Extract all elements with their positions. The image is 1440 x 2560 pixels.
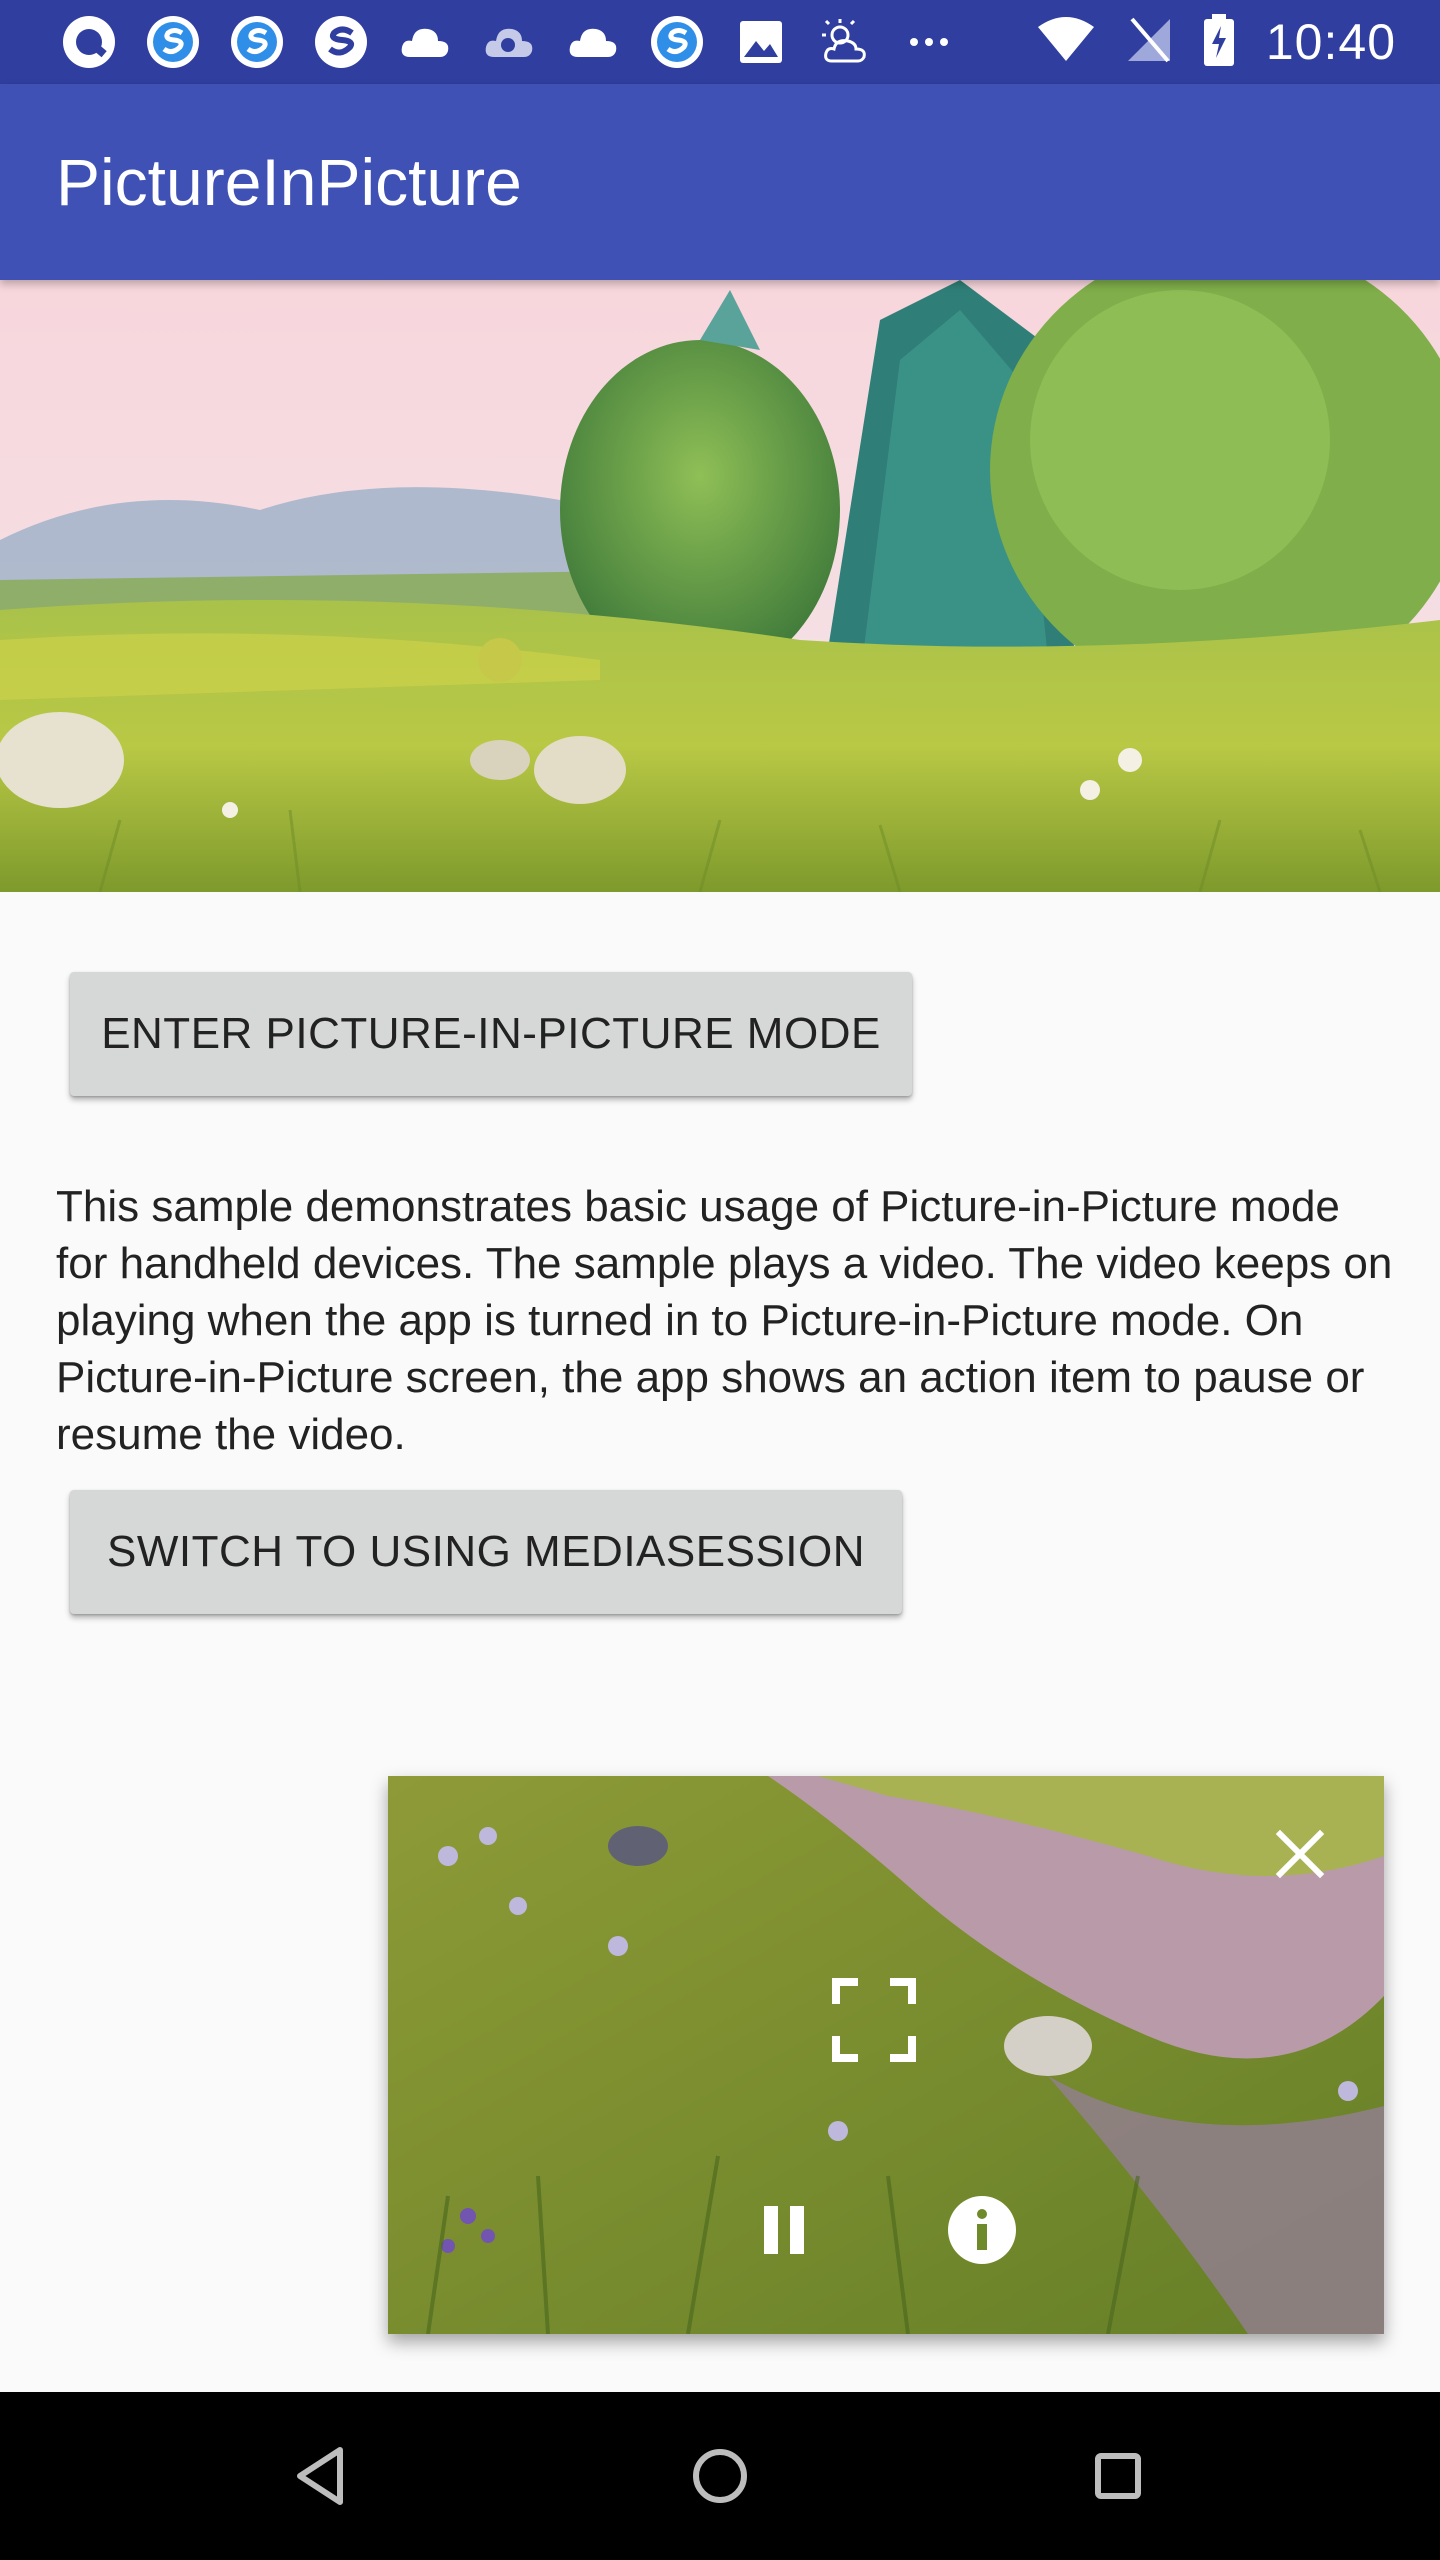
cloud-icon <box>396 13 454 71</box>
image-icon <box>732 13 790 71</box>
switch-mediasession-button[interactable]: SWITCH TO USING MEDIASESSION <box>70 1490 902 1614</box>
status-bar: 10:40 <box>0 0 1440 84</box>
more-icon <box>900 13 958 71</box>
system-icons: 10:40 <box>1036 12 1396 72</box>
pip-window[interactable] <box>388 1776 1384 2334</box>
cloud-icon <box>480 13 538 71</box>
navigation-bar <box>0 2392 1440 2560</box>
video-frame <box>0 280 1440 892</box>
wifi-icon <box>1036 15 1096 70</box>
signal-icon <box>1126 15 1172 70</box>
app-q-icon <box>60 13 118 71</box>
video-player[interactable] <box>0 280 1440 892</box>
app-s-icon <box>144 13 202 71</box>
close-icon[interactable] <box>1264 1818 1336 1890</box>
recents-icon[interactable] <box>1076 2434 1160 2518</box>
weather-icon <box>816 13 874 71</box>
notification-icons <box>60 12 958 72</box>
enter-pip-button[interactable]: ENTER PICTURE-IN-PICTURE MODE <box>70 972 912 1096</box>
screen: 10:40 PictureInPicture ENTER PICTURE-IN-… <box>0 0 1440 2560</box>
pause-icon[interactable] <box>754 2200 814 2260</box>
app-s-icon <box>312 13 370 71</box>
clock: 10:40 <box>1265 14 1396 70</box>
app-title: PictureInPicture <box>56 145 522 219</box>
cloud-icon <box>564 13 622 71</box>
app-s-icon <box>648 13 706 71</box>
fullscreen-icon[interactable] <box>830 1976 918 2064</box>
back-icon[interactable] <box>280 2434 364 2518</box>
info-icon[interactable] <box>946 2194 1018 2266</box>
app-bar: PictureInPicture <box>0 84 1440 280</box>
battery-icon <box>1202 12 1236 73</box>
home-icon[interactable] <box>678 2434 762 2518</box>
app-s-icon <box>228 13 286 71</box>
description-text: This sample demonstrates basic usage of … <box>56 1182 1393 1459</box>
